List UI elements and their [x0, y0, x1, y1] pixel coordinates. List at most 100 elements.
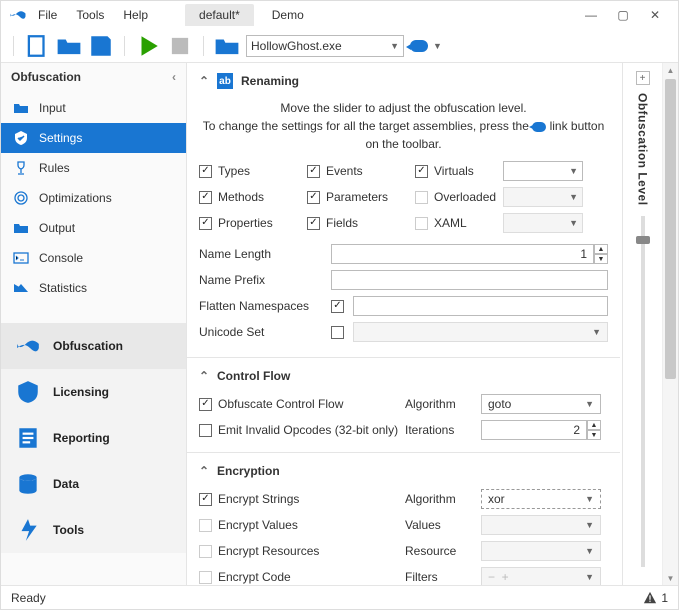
name-length-input[interactable]: 1 ▲▼ — [331, 244, 608, 264]
spin-up[interactable]: ▲ — [594, 244, 608, 254]
rename-icon: ab — [217, 73, 233, 89]
link-all-button[interactable]: ▼ — [410, 40, 442, 52]
stop-button[interactable] — [167, 33, 193, 59]
ck-obf-flow[interactable]: Obfuscate Control Flow — [199, 397, 399, 411]
ck-parameters[interactable]: Parameters — [307, 190, 415, 204]
nav-console[interactable]: Console — [1, 243, 186, 273]
spin-down[interactable]: ▼ — [594, 254, 608, 264]
ck-encrypt-code[interactable]: Encrypt Code — [199, 570, 399, 584]
feature-tools[interactable]: Tools — [1, 507, 186, 553]
flatten-input[interactable] — [353, 296, 608, 316]
feature-licensing[interactable]: Licensing — [1, 369, 186, 415]
ck-properties[interactable]: Properties — [199, 216, 307, 230]
window-close[interactable]: ✕ — [640, 4, 670, 26]
enc-algorithm-select[interactable]: xor▼ — [481, 489, 601, 509]
enc-filters-label: Filters — [405, 570, 475, 584]
expand-icon: ⌃ — [199, 74, 209, 88]
enc-algorithm-label: Algorithm — [405, 492, 475, 506]
flatten-label: Flatten Namespaces — [199, 299, 327, 313]
warning-icon — [643, 591, 657, 605]
output-icon — [13, 220, 29, 236]
app-logo — [9, 6, 27, 24]
link-icon — [410, 40, 428, 52]
enc-resource-label: Resource — [405, 544, 475, 558]
filters-stepper: − + — [488, 570, 509, 584]
assembly-selector[interactable]: HollowGhost.exe ▼ — [246, 35, 404, 57]
enc-values-select: ▼ — [481, 515, 601, 535]
save-button[interactable] — [88, 33, 114, 59]
slider-label: Obfuscation Level — [636, 93, 650, 206]
input-icon — [13, 100, 29, 116]
cf-algorithm-select[interactable]: goto▼ — [481, 394, 601, 414]
feature-data[interactable]: Data — [1, 461, 186, 507]
link-icon — [532, 122, 546, 132]
rules-icon — [13, 160, 29, 176]
dropdown-icon: ▼ — [390, 41, 399, 51]
spin-down[interactable]: ▼ — [587, 430, 601, 440]
ck-methods[interactable]: Methods — [199, 190, 307, 204]
vertical-scrollbar[interactable]: ▲ ▼ — [662, 63, 678, 585]
scroll-up[interactable]: ▲ — [663, 63, 678, 77]
scroll-thumb[interactable] — [665, 79, 676, 379]
nav-output[interactable]: Output — [1, 213, 186, 243]
licensing-icon — [15, 379, 41, 405]
status-warnings[interactable]: 1 — [643, 591, 668, 605]
name-prefix-label: Name Prefix — [199, 273, 327, 287]
ck-unicode[interactable] — [331, 326, 349, 339]
renaming-header[interactable]: ⌃ ab Renaming — [199, 69, 608, 93]
ck-encrypt-resources[interactable]: Encrypt Resources — [199, 544, 399, 558]
ck-encrypt-values[interactable]: Encrypt Values — [199, 518, 399, 532]
menu-tools[interactable]: Tools — [68, 4, 112, 26]
menu-help[interactable]: Help — [115, 4, 156, 26]
encryption-header[interactable]: ⌃ Encryption — [199, 459, 608, 483]
renaming-hint: Move the slider to adjust the obfuscatio… — [199, 93, 608, 161]
tab-demo[interactable]: Demo — [258, 4, 318, 26]
overloaded-select: ▼ — [503, 187, 583, 207]
open-button[interactable] — [56, 33, 82, 59]
browse-button[interactable] — [214, 33, 240, 59]
scroll-down[interactable]: ▼ — [663, 571, 678, 585]
enc-resource-select: ▼ — [481, 541, 601, 561]
spin-up[interactable]: ▲ — [587, 420, 601, 430]
ck-fields[interactable]: Fields — [307, 216, 415, 230]
expand-icon: ⌃ — [199, 464, 209, 478]
name-prefix-input[interactable] — [331, 270, 608, 290]
unicode-select: ▼ — [353, 322, 608, 342]
nav-input[interactable]: Input — [1, 93, 186, 123]
optimizations-icon — [13, 190, 29, 206]
slider-plus[interactable]: + — [636, 71, 650, 85]
nav-statistics[interactable]: Statistics — [1, 273, 186, 303]
ck-types[interactable]: Types — [199, 164, 307, 178]
iterations-input[interactable]: 2 ▲▼ — [481, 420, 601, 440]
iterations-label: Iterations — [405, 423, 475, 437]
assembly-name: HollowGhost.exe — [251, 39, 342, 53]
ck-flatten[interactable] — [331, 300, 349, 313]
tab-default[interactable]: default* — [185, 4, 254, 26]
run-button[interactable] — [135, 33, 161, 59]
nav-optimizations[interactable]: Optimizations — [1, 183, 186, 213]
window-minimize[interactable]: — — [576, 4, 606, 26]
controlflow-header[interactable]: ⌃ Control Flow — [199, 364, 608, 388]
virtuals-select[interactable]: ▼ — [503, 161, 583, 181]
tools-icon — [15, 517, 41, 543]
feature-obfuscation[interactable]: Obfuscation — [1, 323, 186, 369]
ck-xaml[interactable]: XAML — [415, 216, 503, 230]
nav-rules[interactable]: Rules — [1, 153, 186, 183]
collapse-icon[interactable]: ‹ — [172, 70, 176, 84]
ck-encrypt-strings[interactable]: Encrypt Strings — [199, 492, 399, 506]
new-button[interactable] — [24, 33, 50, 59]
obfuscation-slider[interactable] — [641, 216, 645, 567]
xaml-select: ▼ — [503, 213, 583, 233]
window-maximize[interactable]: ▢ — [608, 4, 638, 26]
expand-icon: ⌃ — [199, 369, 209, 383]
unicode-label: Unicode Set — [199, 325, 327, 339]
ck-overloaded[interactable]: Overloaded — [415, 190, 503, 204]
dropdown-icon: ▼ — [433, 41, 442, 51]
nav-settings[interactable]: Settings — [1, 123, 186, 153]
menu-file[interactable]: File — [30, 4, 65, 26]
ck-emit-invalid[interactable]: Emit Invalid Opcodes (32-bit only) — [199, 423, 399, 437]
console-icon — [13, 250, 29, 266]
ck-events[interactable]: Events — [307, 164, 415, 178]
feature-reporting[interactable]: Reporting — [1, 415, 186, 461]
ck-virtuals[interactable]: Virtuals — [415, 164, 503, 178]
